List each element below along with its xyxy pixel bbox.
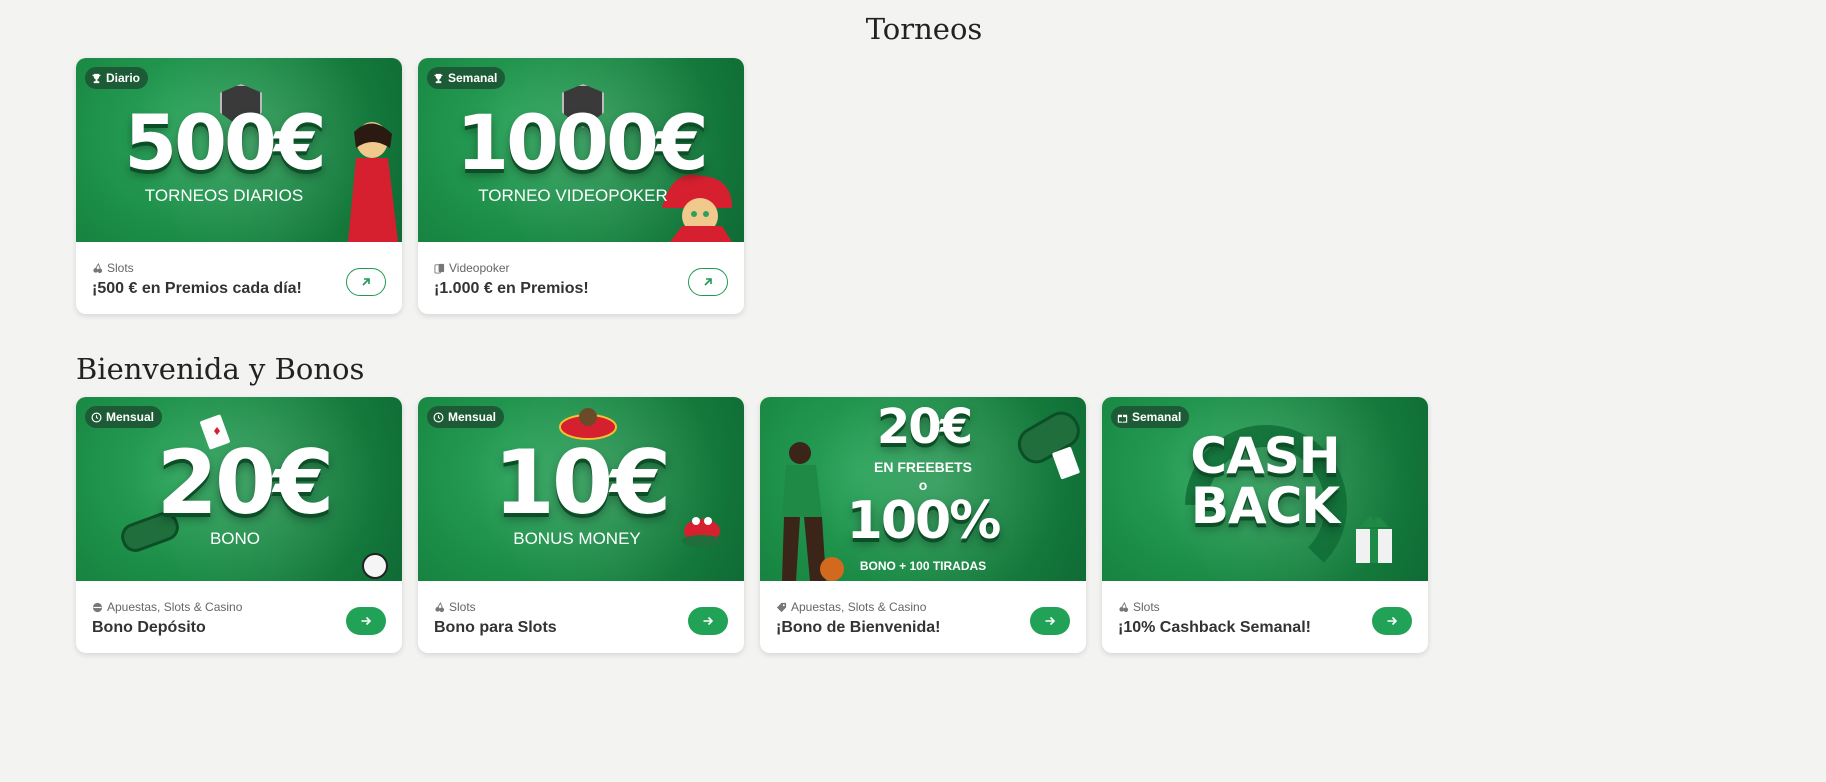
frequency-badge: Mensual [427,406,505,428]
banner-subline: EN FREEBETS [873,459,972,475]
slots-icon [1119,601,1129,612]
cards-icon [434,263,445,274]
promo-card-bono-deposito[interactable]: Mensual 20€ BONO Apuestas, Slots & Casin… [76,397,402,653]
promo-banner-image: Semanal CASH BACK [1102,397,1428,581]
promo-card-cashback[interactable]: Semanal CASH BACK Slots ¡10% Cashback Se… [1102,397,1428,653]
badge-label: Diario [106,71,141,85]
card-category: Slots [1118,600,1160,614]
arrow-right-icon [1387,616,1398,626]
trophy-icon [92,73,101,83]
badge-label: Mensual [448,410,497,424]
category-label: Apuestas, Slots & Casino [791,600,927,614]
gift-icon [1117,414,1128,423]
section-title-torneos: Torneos [865,12,983,46]
frequency-badge: Semanal [1111,406,1190,428]
badge-label: Mensual [106,410,155,424]
tag-icon [776,602,787,612]
open-promo-button[interactable] [1030,607,1070,635]
banner-subline-secondary: BONO + 100 TIRADAS [859,559,987,573]
card-category: Slots [92,261,134,275]
bonos-card-row: Mensual 20€ BONO Apuestas, Slots & Casin… [76,397,1428,653]
frequency-badge: Diario [85,67,149,89]
multi-product-icon [92,602,103,612]
open-promo-button[interactable] [346,268,386,296]
category-label: Slots [1133,600,1160,614]
card-category: Slots [434,600,476,614]
open-promo-button[interactable] [688,607,728,635]
banner-subline: BONO [209,529,261,548]
category-label: Slots [449,600,476,614]
slots-icon [435,601,445,612]
arrow-right-icon [1045,616,1056,626]
card-category: Apuestas, Slots & Casino [92,600,242,614]
section-title-bienvenida: Bienvenida y Bonos [76,352,365,386]
promo-card-bono-slots[interactable]: Mensual 10€ BONUS MONEY Slots Bono para … [418,397,744,653]
category-label: Slots [107,261,134,275]
arrow-right-icon [361,616,372,626]
promo-banner-image: Diario 500€ TORNEOS DIARIOS [76,58,402,242]
promo-banner-image: Mensual 20€ BONO [76,397,402,581]
banner-headline-secondary: 100% [846,491,1002,551]
torneos-card-row: Diario 500€ TORNEOS DIARIOS Slots ¡500 €… [76,58,744,314]
arrow-right-icon [703,616,714,626]
banner-headline-secondary: BACK [1190,477,1340,535]
trophy-icon [434,73,443,83]
card-title: ¡1.000 € en Premios! [434,280,589,297]
frequency-badge: Semanal [427,67,506,89]
promo-banner-image: 20€ EN FREEBETS o 100% BONO + 100 TIRADA… [760,397,1086,581]
banner-headline: 20€ [876,399,973,455]
banner-headline: 20€ [156,431,335,534]
promo-card-bono-bienvenida[interactable]: 20€ EN FREEBETS o 100% BONO + 100 TIRADA… [760,397,1086,653]
promo-banner-image: Semanal 1000€ TORNEO VIDEOPOKER [418,58,744,242]
arrow-up-right-icon [704,278,712,286]
card-title: Bono Depósito [92,619,206,636]
promo-card-torneo-videopoker[interactable]: Semanal 1000€ TORNEO VIDEOPOKER Videopok… [418,58,744,314]
promo-banner-image: Mensual 10€ BONUS MONEY [418,397,744,581]
slots-icon [93,262,103,273]
football-icon [362,553,388,579]
card-title: ¡Bono de Bienvenida! [776,619,941,636]
banner-headline: 500€ [124,98,327,187]
promo-card-torneos-diarios[interactable]: Diario 500€ TORNEOS DIARIOS Slots ¡500 €… [76,58,402,314]
badge-label: Semanal [448,71,498,85]
arrow-up-right-icon [362,278,370,286]
card-category: Apuestas, Slots & Casino [776,600,926,614]
frequency-badge: Mensual [85,406,163,428]
category-label: Videopoker [449,261,510,275]
banner-headline: 10€ [493,431,672,534]
banner-subline: TORNEOS DIARIOS [144,186,304,205]
card-title: ¡10% Cashback Semanal! [1118,619,1311,636]
banner-subline: BONUS MONEY [513,529,641,548]
open-promo-button[interactable] [1372,607,1412,635]
banner-headline: 1000€ [456,98,708,187]
card-title: ¡500 € en Premios cada día! [92,280,302,297]
clock-icon [433,412,444,422]
badge-label: Semanal [1132,410,1182,424]
card-title: Bono para Slots [434,619,557,636]
banner-subline: TORNEO VIDEOPOKER [478,186,668,205]
clock-icon [91,412,102,422]
category-label: Apuestas, Slots & Casino [107,600,243,614]
open-promo-button[interactable] [688,268,728,296]
open-promo-button[interactable] [346,607,386,635]
card-category: Videopoker [434,261,510,275]
